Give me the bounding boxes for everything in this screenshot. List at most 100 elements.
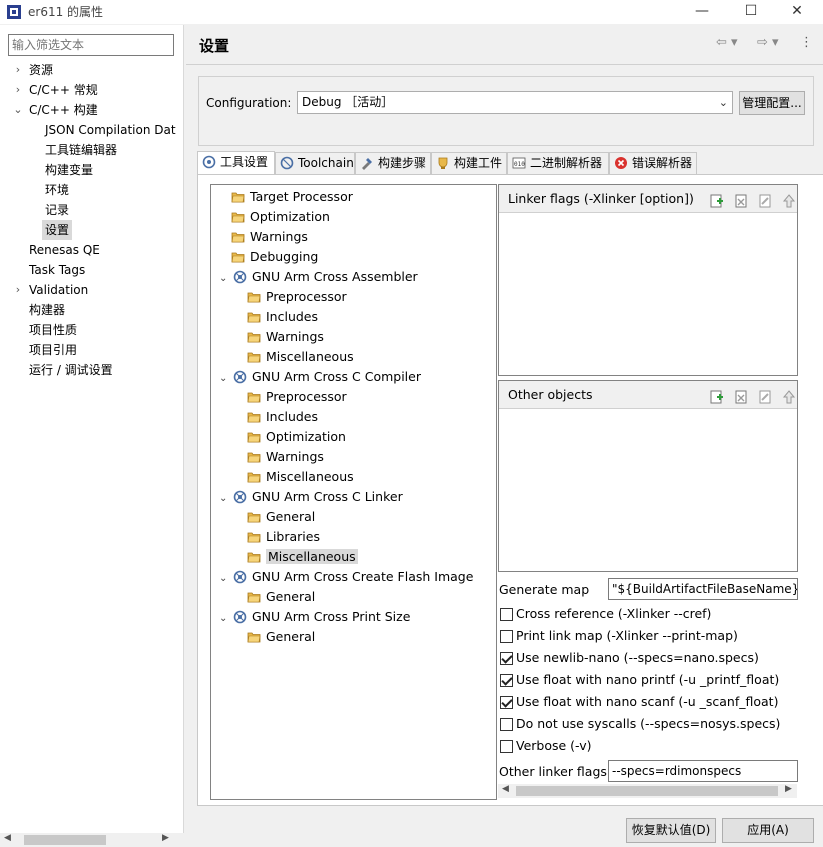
filter-input[interactable] bbox=[8, 34, 174, 56]
tree-option-node[interactable]: Warnings bbox=[247, 327, 324, 347]
option-checkbox[interactable] bbox=[500, 652, 513, 665]
move-up-icon[interactable] bbox=[781, 191, 797, 208]
nav-item[interactable]: Renesas QE bbox=[26, 240, 103, 260]
nav-item[interactable]: 记录 bbox=[42, 200, 72, 220]
option-checkbox[interactable] bbox=[500, 718, 513, 731]
scroll-thumb[interactable] bbox=[516, 786, 778, 796]
tool-icon bbox=[233, 610, 247, 624]
chevron-down-icon[interactable]: ⌄ bbox=[219, 369, 231, 389]
option-checkbox-label[interactable]: Cross reference (-Xlinker --cref) bbox=[516, 606, 711, 621]
edit-icon[interactable] bbox=[757, 191, 773, 208]
nav-item[interactable]: JSON Compilation Dat bbox=[42, 120, 179, 140]
tree-option-node[interactable]: Warnings bbox=[247, 447, 324, 467]
tree-option-node[interactable]: Miscellaneous bbox=[247, 547, 358, 567]
tree-tool-node[interactable]: ⌄ GNU Arm Cross C Linker bbox=[219, 487, 403, 507]
tree-tool-node[interactable]: ⌄ GNU Arm Cross Create Flash Image bbox=[219, 567, 473, 587]
nav-item[interactable]: Task Tags bbox=[26, 260, 88, 280]
tab-build-artifact[interactable]: 构建工件 bbox=[431, 152, 507, 174]
nav-item[interactable]: C/C++ 构建 bbox=[26, 100, 101, 120]
nav-item[interactable]: 资源 bbox=[26, 60, 56, 80]
tree-option-node[interactable]: Preprocessor bbox=[247, 387, 347, 407]
view-menu-icon[interactable]: ⋮ bbox=[800, 33, 813, 53]
restore-defaults-button[interactable]: 恢复默认值(D) bbox=[626, 818, 716, 843]
chevron-down-icon[interactable]: ⌄ bbox=[219, 489, 231, 509]
add-icon[interactable] bbox=[709, 387, 725, 404]
forward-nav-button[interactable]: ⇨ ▾ bbox=[757, 33, 779, 53]
delete-icon[interactable] bbox=[733, 191, 749, 208]
option-checkbox[interactable] bbox=[500, 674, 513, 687]
option-checkbox[interactable] bbox=[500, 740, 513, 753]
scroll-right-icon[interactable]: ▶ bbox=[785, 784, 792, 794]
nav-item[interactable]: 项目性质 bbox=[26, 320, 80, 340]
option-checkbox-label[interactable]: Use float with nano printf (-u _printf_f… bbox=[516, 672, 779, 687]
tool-icon bbox=[233, 370, 247, 384]
nav-item[interactable]: C/C++ 常规 bbox=[26, 80, 101, 100]
tab-tool-settings[interactable]: 工具设置 bbox=[197, 151, 275, 175]
nav-item[interactable]: 构建器 bbox=[26, 300, 68, 320]
option-checkbox-label[interactable]: Do not use syscalls (--specs=nosys.specs… bbox=[516, 716, 780, 731]
option-checkbox[interactable] bbox=[500, 608, 513, 621]
tab-toolchain[interactable]: Toolchain bbox=[275, 152, 355, 174]
chevron-right-icon[interactable]: › bbox=[13, 280, 23, 300]
chevron-down-icon[interactable]: ⌄ bbox=[219, 609, 231, 629]
configuration-select[interactable]: Debug ［活动］ ⌄ bbox=[297, 91, 733, 114]
nav-item[interactable]: Validation bbox=[26, 280, 91, 300]
option-checkbox-label[interactable]: Verbose (-v) bbox=[516, 738, 592, 753]
tab-error-parsers[interactable]: 错误解析器 bbox=[609, 152, 697, 174]
nav-item[interactable]: 运行 / 调试设置 bbox=[26, 360, 116, 380]
app-icon bbox=[7, 5, 21, 19]
tree-tool-node[interactable]: ⌄ GNU Arm Cross Assembler bbox=[219, 267, 418, 287]
scroll-thumb[interactable] bbox=[24, 835, 106, 845]
manage-configurations-button[interactable]: 管理配置... bbox=[739, 91, 805, 115]
folder-icon bbox=[247, 432, 261, 443]
tree-option-node[interactable]: Miscellaneous bbox=[247, 347, 354, 367]
options-horizontal-scrollbar[interactable]: ◀ ▶ bbox=[498, 784, 797, 798]
edit-icon[interactable] bbox=[757, 387, 773, 404]
back-nav-button[interactable]: ⇦ ▾ bbox=[716, 33, 738, 53]
tree-tool-node[interactable]: ⌄ GNU Arm Cross Print Size bbox=[219, 607, 410, 627]
chevron-down-icon[interactable]: ⌄ bbox=[219, 269, 231, 289]
maximize-button[interactable]: ☐ bbox=[734, 0, 768, 24]
scroll-right-icon[interactable]: ▶ bbox=[162, 833, 169, 843]
move-up-icon[interactable] bbox=[781, 387, 797, 404]
minimize-button[interactable]: — bbox=[685, 0, 719, 24]
nav-item[interactable]: 项目引用 bbox=[26, 340, 80, 360]
option-checkbox[interactable] bbox=[500, 630, 513, 643]
tree-option-node[interactable]: Libraries bbox=[247, 527, 320, 547]
nav-item[interactable]: 构建变量 bbox=[42, 160, 96, 180]
tree-tool-node[interactable]: ⌄ GNU Arm Cross C Compiler bbox=[219, 367, 421, 387]
other-linker-flags-input[interactable]: --specs=rdimonspecs bbox=[608, 760, 798, 782]
tree-option-node[interactable]: General bbox=[247, 627, 315, 647]
tree-option-node[interactable]: Miscellaneous bbox=[247, 467, 354, 487]
chevron-down-icon[interactable]: ⌄ bbox=[219, 569, 231, 589]
nav-item[interactable]: 工具链编辑器 bbox=[42, 140, 120, 160]
option-checkbox-label[interactable]: Use float with nano scanf (-u _scanf_flo… bbox=[516, 694, 778, 709]
delete-icon[interactable] bbox=[733, 387, 749, 404]
chevron-right-icon[interactable]: › bbox=[13, 80, 23, 100]
tree-option-node[interactable]: Includes bbox=[247, 307, 318, 327]
tree-option-node[interactable]: General bbox=[247, 587, 315, 607]
tree-option-node[interactable]: Warnings bbox=[231, 227, 308, 247]
tree-option-node[interactable]: Target Processor bbox=[231, 187, 353, 207]
close-button[interactable]: ✕ bbox=[780, 0, 814, 24]
option-checkbox-label[interactable]: Use newlib-nano (--specs=nano.specs) bbox=[516, 650, 759, 665]
chevron-right-icon[interactable]: › bbox=[13, 60, 23, 80]
tree-option-node[interactable]: Debugging bbox=[231, 247, 318, 267]
tree-option-node[interactable]: General bbox=[247, 507, 315, 527]
option-checkbox[interactable] bbox=[500, 696, 513, 709]
tab-binary-parsers[interactable]: 010 二进制解析器 bbox=[507, 152, 609, 174]
tree-option-node[interactable]: Optimization bbox=[247, 427, 346, 447]
tab-build-steps[interactable]: 构建步骤 bbox=[355, 152, 431, 174]
scroll-left-icon[interactable]: ◀ bbox=[502, 784, 509, 794]
scroll-left-icon[interactable]: ◀ bbox=[4, 833, 11, 843]
tree-option-node[interactable]: Optimization bbox=[231, 207, 330, 227]
chevron-down-icon[interactable]: ⌄ bbox=[13, 100, 23, 120]
apply-button[interactable]: 应用(A) bbox=[722, 818, 814, 843]
add-icon[interactable] bbox=[709, 191, 725, 208]
tree-option-node[interactable]: Preprocessor bbox=[247, 287, 347, 307]
nav-item[interactable]: 设置 bbox=[42, 220, 73, 240]
generate-map-input[interactable]: "${BuildArtifactFileBaseName}.m bbox=[608, 578, 798, 600]
option-checkbox-label[interactable]: Print link map (-Xlinker --print-map) bbox=[516, 628, 738, 643]
tree-option-node[interactable]: Includes bbox=[247, 407, 318, 427]
nav-item[interactable]: 环境 bbox=[42, 180, 72, 200]
